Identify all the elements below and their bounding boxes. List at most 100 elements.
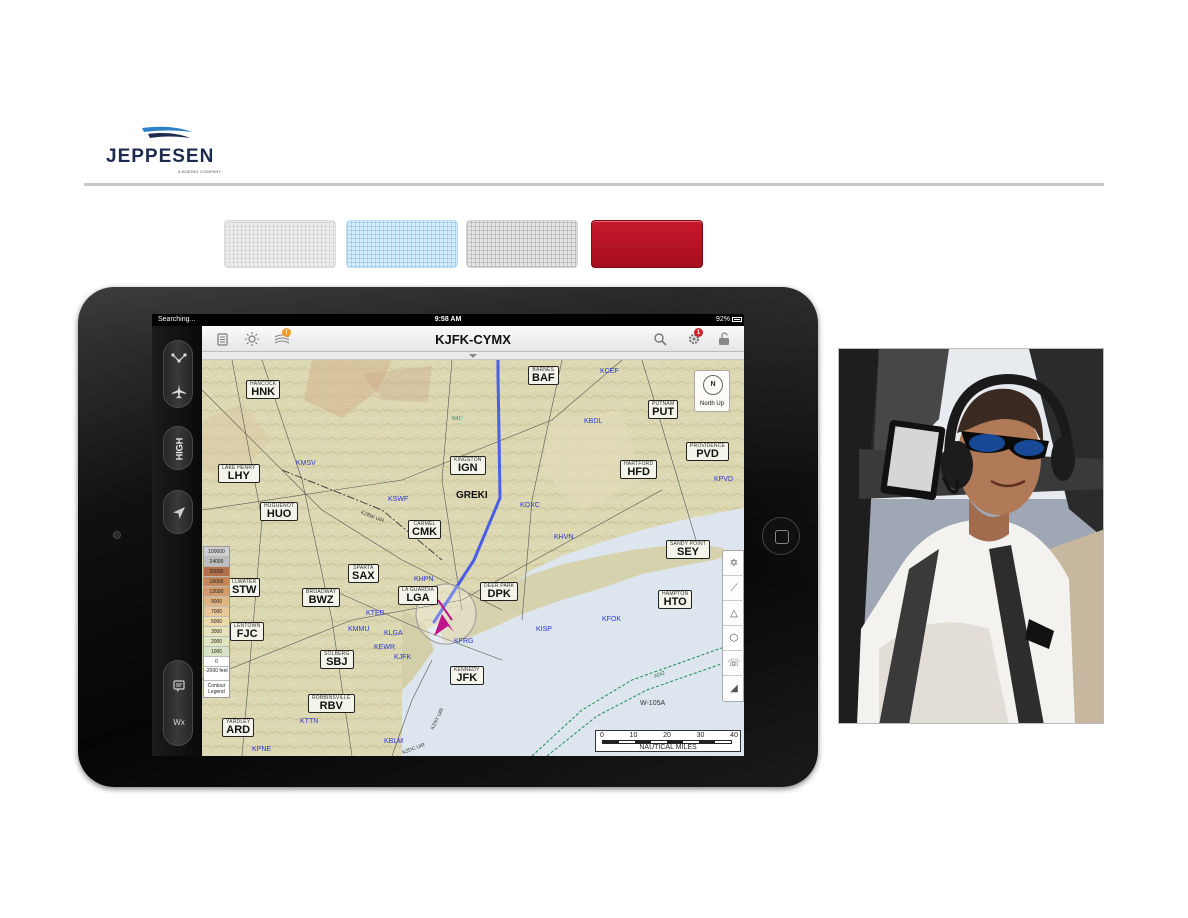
airport-kfok[interactable]: KFOK — [602, 616, 621, 623]
rail-group-location — [163, 490, 193, 534]
notification-badge: 1 — [694, 328, 703, 337]
vor-huo[interactable]: HUGUENOT HUO — [260, 502, 299, 521]
terrain-filter-icon[interactable]: ◢ — [723, 676, 744, 701]
legend-row: 12000 — [204, 587, 229, 597]
airport-kmsv[interactable]: KMSV — [296, 460, 316, 467]
vor-rbv[interactable]: ROBBINSVILLE RBV — [308, 694, 355, 713]
legend-row: 9000 — [204, 597, 229, 607]
communication-filter-icon[interactable]: ☏ — [723, 651, 744, 676]
contour-legend: 100000 24000 20000 16000 12000 9000 7000 5000 30… — [203, 546, 230, 698]
vor-sey[interactable]: SANDY POINT SEY — [666, 540, 711, 559]
settings-icon[interactable]: 1 — [686, 328, 703, 347]
vor-stw[interactable]: LLWATER STW — [228, 578, 261, 597]
vor-lhy[interactable]: LAKE HENRY LHY — [218, 464, 260, 483]
airport-kewr[interactable]: KEWR — [374, 644, 395, 651]
vor-baf[interactable]: BARNES BAF — [528, 366, 559, 385]
nav-button-2[interactable] — [346, 220, 458, 268]
legend-row: 0 — [204, 657, 229, 667]
fix-greki[interactable]: GREKI — [456, 490, 488, 501]
scale-tick-label: 10 — [629, 732, 638, 739]
location-arrow-icon[interactable] — [164, 496, 194, 530]
airport-klga[interactable]: KLGA — [384, 630, 403, 637]
airport-kblm[interactable]: KBLM — [384, 738, 403, 745]
vor-fjc[interactable]: LENTOWN FJC — [230, 622, 265, 641]
nav-button-4-active[interactable] — [591, 220, 703, 268]
notes-icon[interactable] — [164, 669, 194, 703]
legend-row: 24000 — [204, 557, 229, 567]
legend-row: 1000 — [204, 647, 229, 657]
app-toolbar: ! KJFK-CYMX 1 — [202, 326, 744, 352]
high-chart-toggle[interactable]: HIGH — [164, 432, 194, 466]
vor-bwz[interactable]: BROADWAY BWZ — [302, 588, 341, 607]
legend-row: 16000 — [204, 577, 229, 587]
legend-row: -2000 feet — [204, 667, 229, 681]
ipad-screen: Searching... 9:58 AM 92% HIGH Wx ! KJFK-… — [152, 314, 744, 756]
vor-sax[interactable]: SPARTA SAX — [348, 564, 379, 583]
vor-pvd[interactable]: PROVIDENCE PVD — [686, 442, 730, 461]
airport-khvn[interactable]: KHVN — [554, 534, 573, 541]
airport-khpn[interactable]: KHPN — [414, 576, 433, 583]
vor-cmk[interactable]: CARMEL CMK — [408, 520, 442, 539]
airport-koxc[interactable]: KOXC — [520, 502, 540, 509]
compass-icon: N — [703, 375, 723, 395]
vor-hfd[interactable]: HARTFORD HFD — [620, 460, 658, 479]
legend-row: 2000 — [204, 637, 229, 647]
airport-kfrg[interactable]: KFRG — [454, 638, 473, 645]
vor-jfk[interactable]: KENNEDY JFK — [450, 666, 484, 685]
header-divider — [84, 183, 1104, 186]
vor-put[interactable]: PUTNAM PUT — [648, 400, 679, 419]
drawer-pull-tab[interactable] — [202, 352, 744, 360]
vor-ard[interactable]: YARDLEY ARD — [222, 718, 255, 737]
airport-kisp[interactable]: KISP — [536, 626, 552, 633]
airplane-icon[interactable] — [164, 375, 194, 409]
legend-row: 3000 — [204, 627, 229, 637]
airport-kjfk[interactable]: KJFK — [394, 654, 411, 661]
airport-kswf[interactable]: KSWF — [388, 496, 408, 503]
special-use-area: W-105A — [640, 700, 666, 707]
waypoint-filter-icon[interactable]: △ — [723, 601, 744, 626]
vor-dpk[interactable]: DEER PARK DPK — [480, 582, 519, 601]
vor-hnk[interactable]: HANCOCK HNK — [246, 380, 281, 399]
home-button[interactable] — [762, 517, 800, 555]
north-up-button[interactable]: N North Up — [694, 370, 730, 412]
vor-hto[interactable]: HAMPTON HTO — [658, 590, 693, 609]
scale-ticks: 0 10 20 30 40 — [600, 732, 738, 740]
airport-kcef[interactable]: KCEF — [600, 368, 619, 375]
rail-group-bottom: Wx — [163, 660, 193, 746]
vor-ign[interactable]: KINGSTON IGN — [450, 456, 486, 475]
airway-filter-icon[interactable]: ⟋ — [723, 576, 744, 601]
vor-sbj[interactable]: SOLBERG SBJ — [320, 650, 354, 669]
nav-button-3[interactable] — [466, 220, 578, 268]
latitude-label: N41° — [452, 416, 464, 422]
airport-kpvd[interactable]: KPVD — [714, 476, 733, 483]
legend-caption: Contour Legend — [207, 683, 226, 695]
ipad-device: Searching... 9:58 AM 92% HIGH Wx ! KJFK-… — [78, 287, 818, 787]
unlock-icon[interactable] — [716, 331, 732, 347]
airport-kpne[interactable]: KPNE — [252, 746, 271, 753]
airport-kbdl[interactable]: KBDL — [584, 418, 602, 425]
high-label: HIGH — [174, 437, 184, 461]
legend-row: 20000 — [204, 567, 229, 577]
airport-kttn[interactable]: KTTN — [300, 718, 318, 725]
airport-kteb[interactable]: KTEB — [366, 610, 384, 617]
north-up-label: North Up — [699, 401, 724, 407]
rail-group-top — [163, 340, 193, 408]
airport-filter-icon[interactable]: ✡ — [723, 551, 744, 576]
left-tool-rail: HIGH Wx — [152, 326, 202, 756]
legend-row: 100000 — [204, 547, 229, 557]
nav-button-1[interactable] — [224, 220, 336, 268]
route-icon[interactable] — [164, 341, 194, 375]
enroute-chart-map[interactable]: HANCOCK HNK BARNES BAF PUTNAM PUT KINGSTON I… — [202, 360, 744, 756]
brand-wordmark: JEPPESEN — [106, 146, 215, 167]
weather-button[interactable]: Wx — [164, 705, 194, 739]
swoosh-icon — [142, 126, 192, 138]
scale-label: NAUTICAL MILES — [639, 744, 697, 751]
navaid-filter-icon[interactable]: ⬡ — [723, 626, 744, 651]
pilot-photo — [838, 348, 1104, 724]
airport-kmmu[interactable]: KMMU — [348, 626, 369, 633]
brand-tagline: A BOEING COMPANY — [178, 169, 222, 174]
vor-lga[interactable]: LA GUARDIA LGA — [398, 586, 439, 605]
rail-group-high: HIGH — [163, 426, 193, 470]
scale-tick-label: 30 — [696, 732, 705, 739]
search-icon[interactable] — [652, 331, 668, 347]
